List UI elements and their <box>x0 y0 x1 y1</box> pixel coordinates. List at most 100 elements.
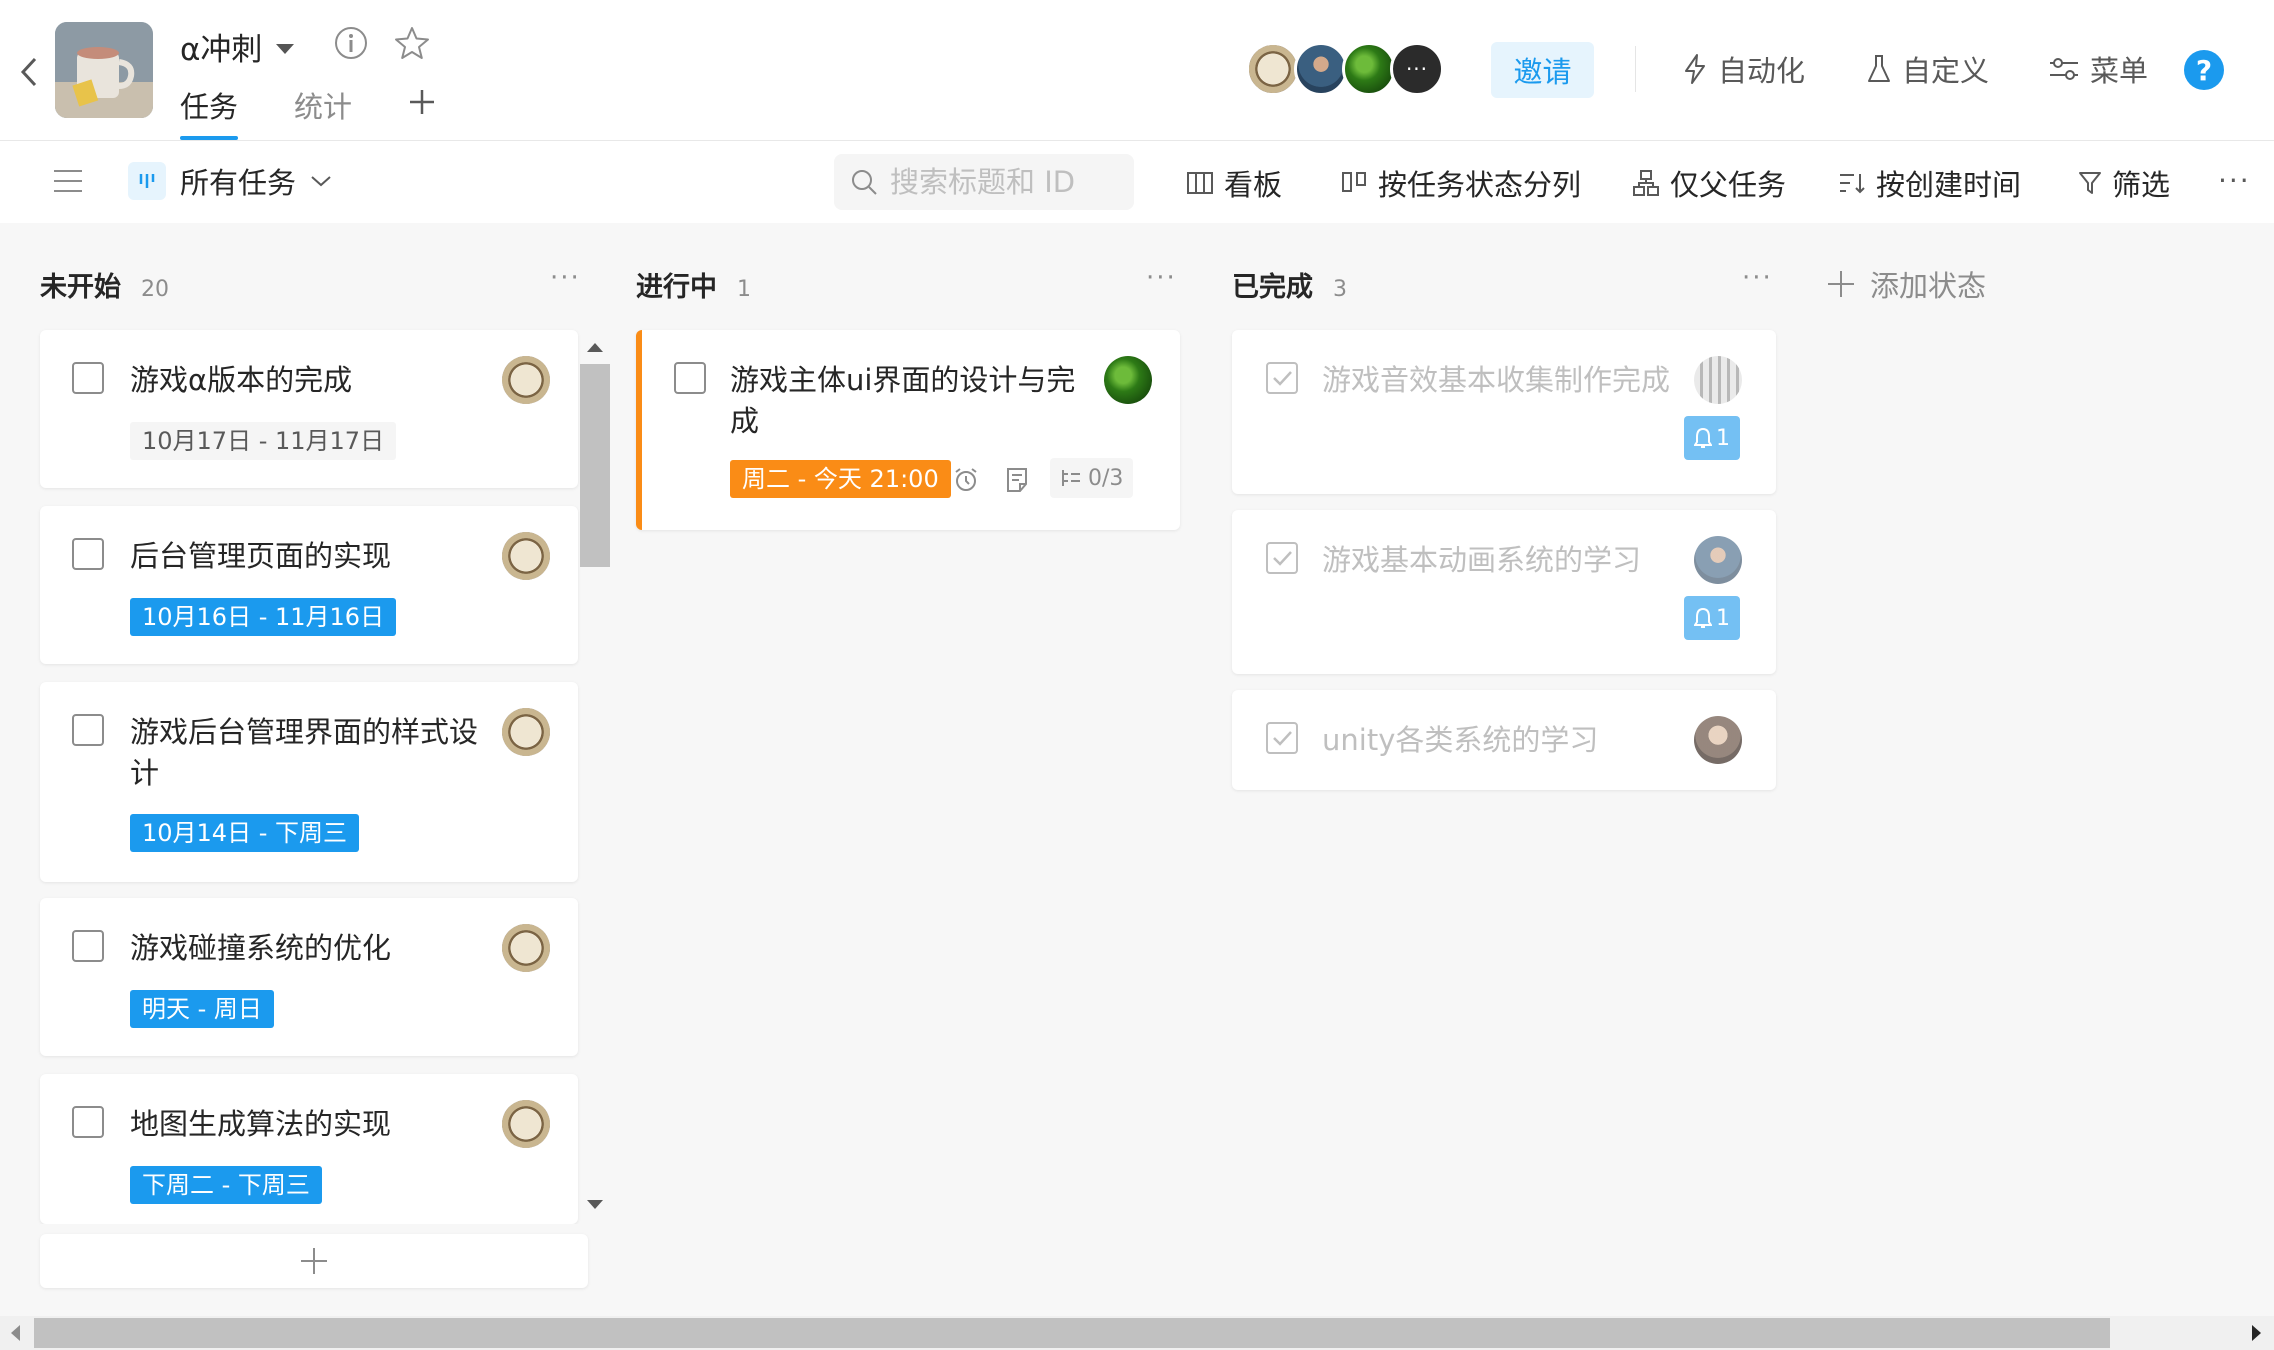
avatar[interactable] <box>502 708 550 756</box>
add-task-button[interactable] <box>40 1234 588 1288</box>
note-icon[interactable] <box>1004 466 1030 494</box>
scroll-down-icon[interactable] <box>584 1198 606 1212</box>
task-card[interactable]: unity各类系统的学习 <box>1232 690 1776 790</box>
avatar[interactable] <box>502 532 550 580</box>
lightning-icon <box>1685 54 1705 84</box>
task-checkbox[interactable] <box>72 538 104 570</box>
project-tabs: 任务 统计 <box>180 84 408 140</box>
project-title[interactable]: α冲刺 <box>180 24 295 69</box>
filter-icon <box>2079 172 2101 194</box>
avatar[interactable] <box>1342 42 1396 96</box>
board-view-button[interactable]: 看板 <box>1186 162 1282 204</box>
task-title: 后台管理页面的实现 <box>130 539 392 573</box>
sort-icon <box>1840 174 1865 194</box>
customize-label: 自定义 <box>1902 54 1990 88</box>
task-checkbox[interactable] <box>72 1106 104 1138</box>
scroll-up-icon[interactable] <box>584 340 606 354</box>
alarm-icon[interactable] <box>952 466 980 494</box>
date-tag[interactable]: 下周二 - 下周三 <box>130 1166 322 1204</box>
avatar[interactable] <box>502 356 550 404</box>
column-more-icon[interactable]: ··· <box>1146 263 1177 293</box>
subtask-count: 0/3 <box>1088 465 1124 491</box>
more-members-icon[interactable]: ··· <box>1390 42 1444 96</box>
task-checkbox-checked[interactable] <box>1266 542 1298 574</box>
vertical-scrollbar-thumb[interactable] <box>580 364 610 567</box>
column-title: 进行中 <box>636 272 717 303</box>
avatar[interactable] <box>502 1100 550 1148</box>
avatar[interactable] <box>1294 42 1348 96</box>
help-icon[interactable]: ? <box>2184 50 2224 90</box>
parent-tasks-only-button[interactable]: 仅父任务 <box>1632 162 1786 204</box>
column-more-icon[interactable]: ··· <box>1742 263 1773 293</box>
task-card[interactable]: 地图生成算法的实现 下周二 - 下周三 <box>40 1074 578 1224</box>
task-card[interactable]: 游戏后台管理界面的样式设计 10月14日 - 下周三 <box>40 682 578 882</box>
view-selector[interactable]: 所有任务 <box>128 160 332 202</box>
column-header-in-progress: 进行中 1 <box>636 265 751 304</box>
filter-label: 筛选 <box>2112 168 2171 202</box>
info-icon[interactable] <box>334 26 368 60</box>
more-options-icon[interactable]: ··· <box>2218 164 2251 197</box>
task-card[interactable]: 游戏主体ui界面的设计与完成 周二 - 今天 21:00 0/3 <box>636 330 1180 530</box>
back-button[interactable] <box>14 52 44 92</box>
search-icon <box>852 170 877 195</box>
view-label: 所有任务 <box>180 166 297 200</box>
add-status-button[interactable]: 添加状态 <box>1826 263 1986 305</box>
task-checkbox-checked[interactable] <box>1266 722 1298 754</box>
task-checkbox-checked[interactable] <box>1266 362 1298 394</box>
automation-button[interactable]: 自动化 <box>1682 48 1805 90</box>
invite-button[interactable]: 邀请 <box>1491 42 1594 98</box>
search-box[interactable] <box>834 154 1134 210</box>
checkmark-icon <box>1273 371 1292 386</box>
avatar[interactable] <box>1104 356 1152 404</box>
column-title: 已完成 <box>1232 272 1313 303</box>
tab-statistics[interactable]: 统计 <box>294 84 352 140</box>
reminder-badge[interactable]: 1 <box>1684 596 1740 640</box>
date-tag[interactable]: 10月17日 - 11月17日 <box>130 422 397 460</box>
task-checkbox[interactable] <box>674 362 706 394</box>
column-header-done: 已完成 3 <box>1232 265 1347 304</box>
task-card[interactable]: 游戏α版本的完成 10月17日 - 11月17日 <box>40 330 578 488</box>
task-card[interactable]: 游戏基本动画系统的学习 1 <box>1232 510 1776 674</box>
task-card[interactable]: 游戏音效基本收集制作完成 1 <box>1232 330 1776 494</box>
add-tab-icon[interactable] <box>408 88 436 116</box>
reminder-badge[interactable]: 1 <box>1684 416 1740 460</box>
board-view-label: 看板 <box>1224 168 1283 202</box>
column-count: 3 <box>1333 277 1347 302</box>
caret-down-icon[interactable] <box>276 43 295 54</box>
avatar[interactable] <box>1694 716 1742 764</box>
scroll-left-icon[interactable] <box>8 1322 22 1344</box>
group-by-status-button[interactable]: 按任务状态分列 <box>1340 162 1581 204</box>
task-title: 游戏音效基本收集制作完成 <box>1322 363 1671 397</box>
task-checkbox[interactable] <box>72 362 104 394</box>
avatar[interactable] <box>1694 356 1742 404</box>
tab-tasks[interactable]: 任务 <box>180 84 239 140</box>
menu-button[interactable]: 菜单 <box>2048 48 2148 90</box>
column-more-icon[interactable]: ··· <box>550 263 581 293</box>
task-title: 游戏α版本的完成 <box>130 363 353 397</box>
task-card[interactable]: 游戏碰撞系统的优化 明天 - 周日 <box>40 898 578 1056</box>
reminder-count: 1 <box>1716 425 1730 451</box>
task-checkbox[interactable] <box>72 930 104 962</box>
task-checkbox[interactable] <box>72 714 104 746</box>
member-avatars[interactable]: ··· <box>1246 42 1444 96</box>
date-tag[interactable]: 10月16日 - 11月16日 <box>130 598 397 636</box>
checkmark-icon <box>1273 551 1292 566</box>
date-tag[interactable]: 明天 - 周日 <box>130 990 274 1028</box>
sort-by-created-button[interactable]: 按创建时间 <box>1838 162 2021 204</box>
column-title: 未开始 <box>40 272 121 303</box>
customize-button[interactable]: 自定义 <box>1866 48 1989 90</box>
plus-icon <box>301 1248 327 1274</box>
date-tag[interactable]: 10月14日 - 下周三 <box>130 814 359 852</box>
avatar[interactable] <box>502 924 550 972</box>
star-icon[interactable] <box>394 26 430 60</box>
date-tag[interactable]: 周二 - 今天 21:00 <box>730 460 951 498</box>
task-card[interactable]: 后台管理页面的实现 10月16日 - 11月16日 <box>40 506 578 664</box>
scroll-right-icon[interactable] <box>2250 1322 2264 1344</box>
subtask-counter[interactable]: 0/3 <box>1050 458 1134 498</box>
hamburger-menu-icon[interactable] <box>52 168 84 194</box>
search-input[interactable] <box>890 165 1110 199</box>
avatar[interactable] <box>1246 42 1300 96</box>
filter-button[interactable]: 筛选 <box>2078 162 2170 204</box>
horizontal-scrollbar-thumb[interactable] <box>34 1318 2110 1348</box>
avatar[interactable] <box>1694 536 1742 584</box>
